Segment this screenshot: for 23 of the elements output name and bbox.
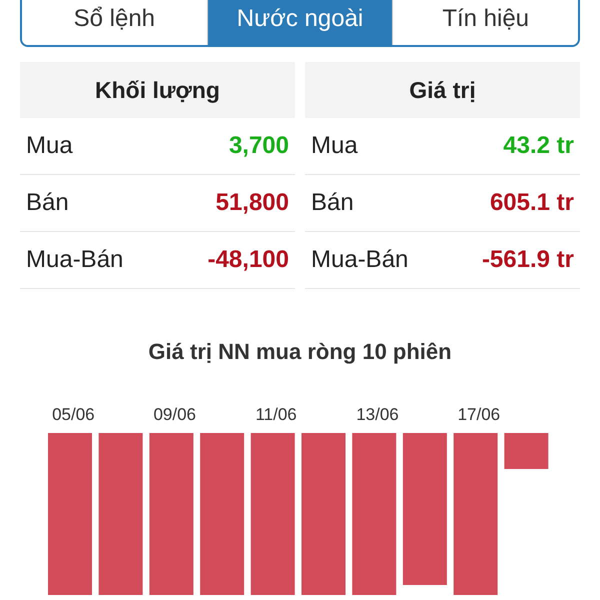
row-value: 51,800 xyxy=(216,189,289,217)
row-label: Mua-Bán xyxy=(311,246,408,274)
row-label: Mua-Bán xyxy=(26,246,124,274)
chart-title: Giá trị NN mua ròng 10 phiên xyxy=(147,339,453,365)
date-label: 05/06 xyxy=(52,405,95,425)
row-label: Mua xyxy=(311,132,358,160)
date-label: 11/06 xyxy=(255,405,297,425)
date-label: 17/06 xyxy=(458,405,500,425)
row-value: 3,700 xyxy=(228,132,289,160)
column-header: Khối lượng xyxy=(20,62,295,118)
row-value: -561.9 tr xyxy=(482,246,574,274)
chart-bar xyxy=(504,433,548,469)
tab[interactable]: Sổ lệnh xyxy=(22,0,208,45)
column-header: Giá trị xyxy=(305,62,580,118)
row-value: 43.2 tr xyxy=(503,132,574,160)
row-value: 605.1 tr xyxy=(490,189,574,217)
row-label: Bán xyxy=(311,189,354,217)
date-label: 13/06 xyxy=(356,405,399,425)
date-label: 09/06 xyxy=(153,405,196,425)
row-value: -48,100 xyxy=(208,246,289,274)
tab[interactable]: Nước ngoài xyxy=(208,0,394,45)
row-label: Mua xyxy=(26,132,73,160)
row-label: Bán xyxy=(26,189,69,217)
